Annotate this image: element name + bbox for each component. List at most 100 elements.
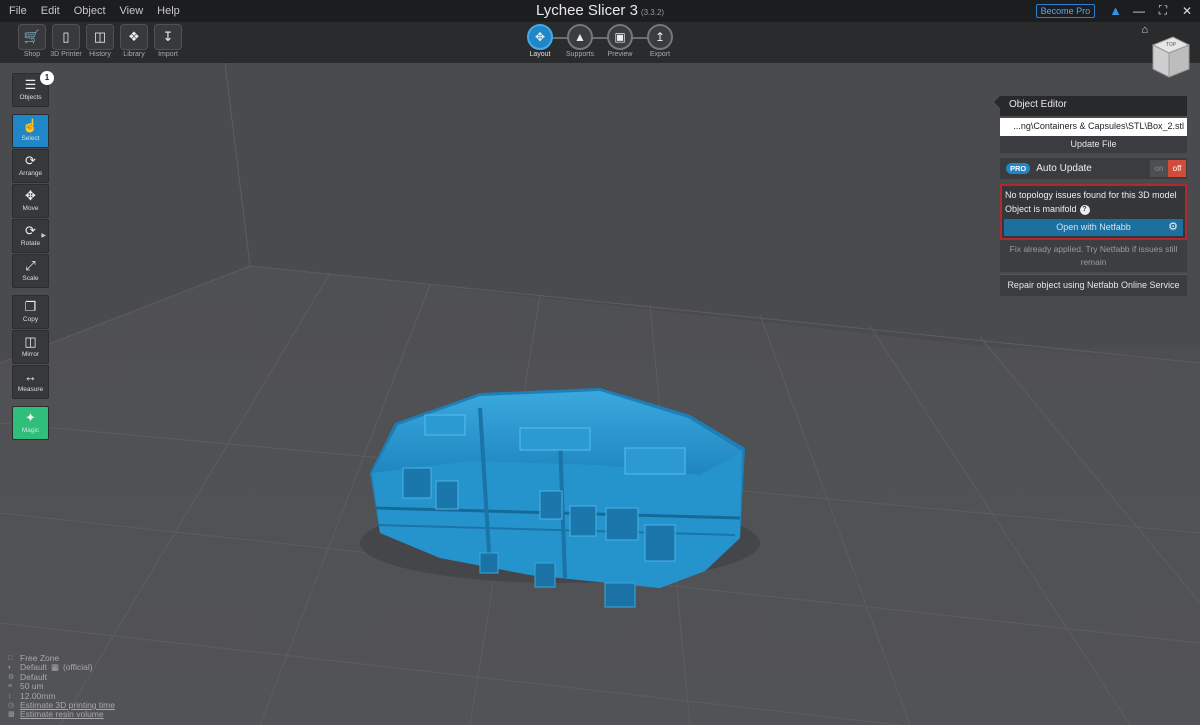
copy-icon: ❐ xyxy=(24,299,37,314)
warning-icon[interactable]: ▲ xyxy=(1109,3,1122,18)
left-toolbar: ☰ Objects 1 ☝ Select ⟳ Arrange ✥ Move ⟳ … xyxy=(12,71,54,441)
menu-bar: File Edit Object View Help xyxy=(2,5,187,17)
window-controls: Become Pro ▲ — ⛶ ✕ xyxy=(1035,3,1194,18)
step-preview-label: Preview xyxy=(607,51,633,58)
menu-edit[interactable]: Edit xyxy=(34,5,67,17)
close-icon[interactable]: ✕ xyxy=(1180,4,1194,18)
library-icon: ❖ xyxy=(120,24,148,50)
open-netfabb-button[interactable]: Open with Netfabb ⚙ xyxy=(1004,219,1183,236)
app-version: (3.3.2) xyxy=(640,8,665,17)
manifold-row: Object is manifold? xyxy=(1004,202,1183,216)
step-export-label: Export xyxy=(649,51,671,58)
resin-icon: ◐ xyxy=(8,664,13,672)
measure-button[interactable]: ↔ Measure xyxy=(12,365,49,399)
step-export[interactable]: ↥ Export xyxy=(640,24,680,58)
import-icon: ↧ xyxy=(154,24,182,50)
pointer-icon: ☝ xyxy=(22,118,39,133)
menu-help[interactable]: Help xyxy=(150,5,187,17)
topology-message: No topology issues found for this 3D mod… xyxy=(1005,190,1177,200)
mirror-label: Mirror xyxy=(22,351,39,358)
auto-update-label: Auto Update xyxy=(1036,163,1092,174)
arrange-icon: ⟳ xyxy=(25,153,36,168)
toggle-on[interactable]: on xyxy=(1150,160,1168,177)
volume-icon: ▩ xyxy=(8,711,15,719)
copy-button[interactable]: ❐ Copy xyxy=(12,295,49,329)
move-icon: ✥ xyxy=(25,188,36,203)
supports-icon: ▲ xyxy=(567,24,593,50)
measure-label: Measure xyxy=(17,386,44,393)
expand-arrow-icon: ▶ xyxy=(41,233,46,239)
minimize-icon[interactable]: — xyxy=(1132,4,1146,18)
update-file-button[interactable]: Update File xyxy=(1000,136,1187,153)
layout-icon: ✥ xyxy=(527,24,553,50)
file-path-field[interactable]: ...ng\Containers & Capsules\STL\Box_2.st… xyxy=(1000,118,1187,136)
step-layout-label: Layout xyxy=(529,51,551,58)
app-title-text: Lychee Slicer 3 xyxy=(535,2,638,19)
menu-file[interactable]: File xyxy=(2,5,34,17)
object-editor-title: Object Editor xyxy=(994,96,1187,116)
scale-label: Scale xyxy=(22,275,39,282)
measure-icon: ↔ xyxy=(24,369,37,384)
rotate-label: Rotate xyxy=(20,240,41,247)
top-toolbar: 🛒 Shop ▯ 3D Printer ◫ History ❖ Library … xyxy=(0,22,1200,63)
mirror-icon: ◫ xyxy=(24,334,37,349)
auto-update-toggle[interactable]: on off xyxy=(1150,160,1186,177)
import-button[interactable]: ↧ Import xyxy=(152,24,184,58)
estimate-volume-link[interactable]: Estimate resin volume xyxy=(20,710,104,720)
magic-button[interactable]: ✦ Magic xyxy=(12,406,49,440)
pro-badge: PRO xyxy=(1006,163,1031,174)
scale-button[interactable]: ⤢ Scale xyxy=(12,254,49,288)
home-icon[interactable]: ⌂ xyxy=(1141,24,1148,36)
object-editor-panel: Object Editor ...ng\Containers & Capsule… xyxy=(994,96,1187,296)
fix-applied-note: Fix already applied. Try Netfabb if issu… xyxy=(1000,240,1187,272)
preview-icon: ▣ xyxy=(607,24,633,50)
menu-object[interactable]: Object xyxy=(67,5,113,17)
arrange-label: Arrange xyxy=(18,170,43,177)
topology-panel: No topology issues found for this 3D mod… xyxy=(1000,184,1187,240)
step-supports-label: Supports xyxy=(565,51,595,58)
view-cube-top-label: TOP xyxy=(1166,42,1177,48)
help-icon[interactable]: ? xyxy=(1079,204,1090,215)
step-preview[interactable]: ▣ Preview xyxy=(600,24,640,58)
time-icon: ◷ xyxy=(8,702,15,710)
manifold-message: Object is manifold xyxy=(1005,204,1077,214)
view-cube[interactable]: TOP xyxy=(1149,33,1191,83)
objects-label: Objects xyxy=(19,94,42,101)
menu-view[interactable]: View xyxy=(113,5,151,17)
printer-icon: ▯ xyxy=(52,24,80,50)
scale-icon: ⤢ xyxy=(25,258,36,273)
export-icon: ↥ xyxy=(647,24,673,50)
auto-update-row: PRO Auto Update on off xyxy=(1000,158,1187,179)
layer-icon: ≡ xyxy=(8,683,13,691)
select-button[interactable]: ☝ Select xyxy=(12,114,49,148)
maximize-icon[interactable]: ⛶ xyxy=(1156,3,1170,18)
cart-icon: 🛒 xyxy=(18,24,46,50)
move-button[interactable]: ✥ Move xyxy=(12,184,49,218)
resin-tag: (official) xyxy=(62,662,93,673)
move-label: Move xyxy=(22,205,39,212)
objects-button[interactable]: ☰ Objects 1 xyxy=(12,71,54,107)
open-netfabb-label: Open with Netfabb xyxy=(1056,222,1131,232)
arrange-button[interactable]: ⟳ Arrange xyxy=(12,149,49,183)
gear-icon[interactable]: ⚙ xyxy=(1165,219,1181,236)
status-info: □ Free Zone ◐ Default ▦ (official) ⚙ Default … xyxy=(8,653,115,720)
height-icon: ↕ xyxy=(8,692,12,700)
objects-count-badge: 1 xyxy=(40,71,54,85)
step-supports[interactable]: ▲ Supports xyxy=(560,24,600,58)
copy-label: Copy xyxy=(22,316,39,323)
mirror-button[interactable]: ◫ Mirror xyxy=(12,330,49,364)
resin-tag-icon: ▦ xyxy=(50,662,59,673)
zone-icon: □ xyxy=(8,655,13,662)
rotate-button[interactable]: ⟳ Rotate ▶ xyxy=(12,219,49,253)
select-label: Select xyxy=(21,135,40,142)
repair-online-button[interactable]: Repair object using Netfabb Online Servi… xyxy=(1000,274,1187,296)
become-pro-button[interactable]: Become Pro xyxy=(1035,3,1096,18)
profile-icon: ⚙ xyxy=(8,673,15,681)
history-icon: ◫ xyxy=(86,24,114,50)
step-layout[interactable]: ✥ Layout xyxy=(520,24,560,58)
toggle-off[interactable]: off xyxy=(1168,160,1186,177)
title-bar: File Edit Object View Help Lychee Slicer… xyxy=(0,0,1200,22)
magic-label: Magic xyxy=(21,427,40,434)
import-label: Import xyxy=(158,51,178,58)
magic-wand-icon: ✦ xyxy=(25,410,36,425)
